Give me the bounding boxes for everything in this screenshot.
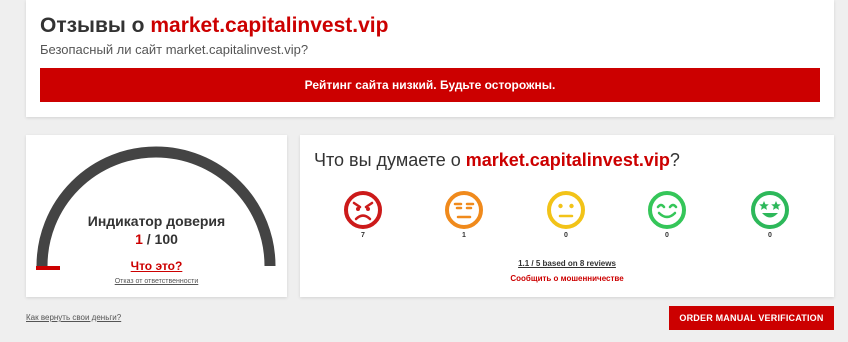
opinion-title-prefix: Что вы думаете о [314, 150, 461, 170]
what-is-this-link[interactable]: Что это? [26, 259, 287, 273]
site-review-header-card: Отзывы о market.capitalinvest.vip Безопа… [26, 0, 834, 117]
report-fraud-link[interactable]: Сообщить о мошенничестве [300, 274, 834, 283]
vote-angry-count: 7 [361, 232, 365, 239]
page-title-domain: market.capitalinvest.vip [150, 14, 389, 37]
vote-expressionless-count: 1 [462, 232, 466, 239]
trust-score-max: / 100 [146, 231, 178, 247]
order-manual-verification-button[interactable]: ORDER MANUAL VERIFICATION [669, 306, 834, 330]
vote-smiling-count: 0 [665, 232, 669, 239]
page-subtitle: Безопасный ли сайт market.capitalinvest.… [40, 42, 309, 57]
opinion-title: Что вы думаете о market.capitalinvest.vi… [314, 150, 680, 171]
vote-star-eyes-button[interactable]: 0 [750, 190, 790, 239]
page-title-prefix: Отзывы о [40, 14, 145, 37]
recover-money-link[interactable]: Как вернуть свои деньги? [26, 313, 121, 322]
expressionless-face-icon [445, 191, 483, 229]
opinion-card: Что вы думаете о market.capitalinvest.vi… [300, 135, 834, 297]
opinion-title-domain: market.capitalinvest.vip [465, 150, 670, 170]
low-rating-warning-banner: Рейтинг сайта низкий. Будьте осторожны. [40, 68, 820, 102]
rating-summary-link[interactable]: 1.1 / 5 based on 8 reviews [300, 259, 834, 268]
vote-smiling-button[interactable]: 0 [647, 190, 687, 239]
page-title: Отзывы о market.capitalinvest.vip [40, 14, 388, 38]
vote-neutral-button[interactable]: 0 [546, 190, 586, 239]
star-eyes-face-icon [751, 191, 789, 229]
neutral-face-icon [547, 191, 585, 229]
vote-neutral-count: 0 [564, 232, 568, 239]
smiling-face-icon [648, 191, 686, 229]
trust-indicator-card: Индикатор доверия 1 / 100 Что это? Отказ… [26, 135, 287, 297]
trust-gauge-track [36, 146, 276, 267]
trust-indicator-label: Индикатор доверия [87, 213, 226, 229]
trust-score: 1 / 100 [26, 231, 287, 247]
opinion-title-suffix: ? [669, 150, 680, 170]
disclaimer-link[interactable]: Отказ от ответственности [26, 278, 287, 285]
vote-star-eyes-count: 0 [768, 232, 772, 239]
vote-expressionless-button[interactable]: 1 [444, 190, 484, 239]
angry-face-icon [344, 191, 382, 229]
vote-angry-button[interactable]: 7 [343, 190, 383, 239]
trust-score-value: 1 [135, 231, 143, 247]
